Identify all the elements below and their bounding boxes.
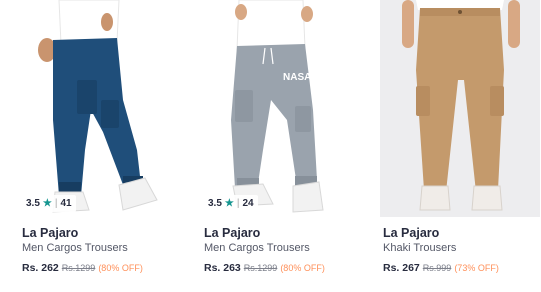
rating-value: 3.5 bbox=[26, 198, 40, 209]
product-card[interactable]: La Pajaro Khaki Trousers Rs. 267 Rs.999 … bbox=[380, 0, 540, 292]
rating-divider: | bbox=[54, 198, 58, 209]
product-brand[interactable]: La Pajaro bbox=[383, 226, 439, 240]
price-row: Rs. 267 Rs.999 (73% OFF) bbox=[383, 262, 499, 274]
product-brand[interactable]: La Pajaro bbox=[204, 226, 260, 240]
product-discount: (80% OFF) bbox=[280, 263, 325, 273]
product-discount: (73% OFF) bbox=[454, 263, 499, 273]
product-price: Rs. 267 bbox=[383, 262, 420, 274]
price-row: Rs. 262 Rs.1299 (80% OFF) bbox=[22, 262, 143, 274]
product-discount: (80% OFF) bbox=[98, 263, 143, 273]
print-text: NASA bbox=[283, 72, 311, 83]
rating-value: 3.5 bbox=[208, 198, 222, 209]
product-mrp: Rs.999 bbox=[422, 263, 452, 273]
rating-divider: | bbox=[236, 198, 240, 209]
star-icon: ★ bbox=[224, 198, 234, 209]
product-brand[interactable]: La Pajaro bbox=[22, 226, 78, 240]
rating-count: 41 bbox=[60, 198, 72, 209]
product-card[interactable]: NASA 3.5 ★ | 24 La Pajaro Men Cargos Tro… bbox=[201, 0, 361, 292]
product-name[interactable]: Men Cargos Trousers bbox=[204, 242, 310, 254]
rating-badge: 3.5 ★ | 24 bbox=[204, 195, 258, 212]
product-price: Rs. 262 bbox=[22, 262, 59, 274]
product-image[interactable] bbox=[19, 0, 179, 217]
rating-badge: 3.5 ★ | 41 bbox=[22, 195, 76, 212]
product-mrp: Rs.1299 bbox=[61, 263, 96, 273]
product-card[interactable]: 3.5 ★ | 41 La Pajaro Men Cargos Trousers… bbox=[19, 0, 179, 292]
product-image[interactable] bbox=[380, 0, 540, 217]
product-mrp: Rs.1299 bbox=[243, 263, 278, 273]
star-icon: ★ bbox=[42, 198, 52, 209]
product-name[interactable]: Men Cargos Trousers bbox=[22, 242, 128, 254]
product-name[interactable]: Khaki Trousers bbox=[383, 242, 456, 254]
price-row: Rs. 263 Rs.1299 (80% OFF) bbox=[204, 262, 325, 274]
product-price: Rs. 263 bbox=[204, 262, 241, 274]
rating-count: 24 bbox=[242, 198, 254, 209]
product-image[interactable]: NASA bbox=[201, 0, 361, 217]
